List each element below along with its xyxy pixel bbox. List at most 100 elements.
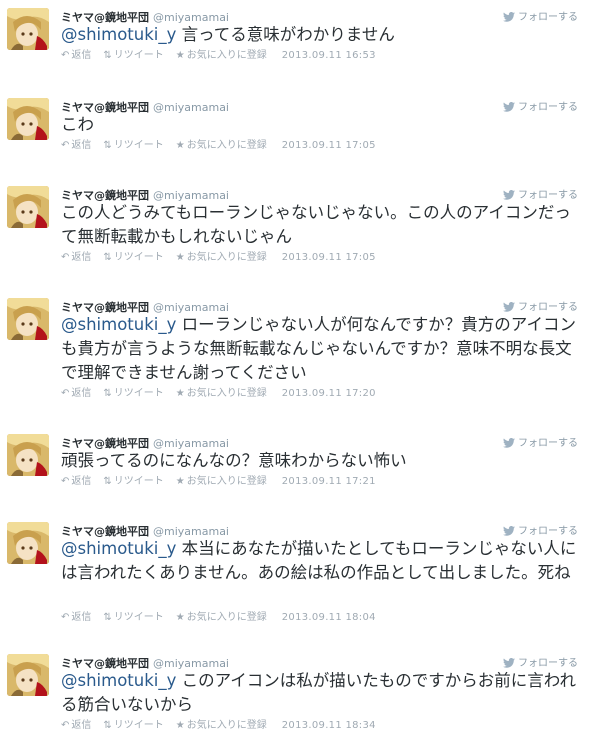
- follow-label: フォローする: [518, 438, 578, 449]
- favorite-button[interactable]: ★ お気に入りに登録: [176, 50, 267, 61]
- favorite-button[interactable]: ★ お気に入りに登録: [176, 252, 267, 263]
- star-icon: ★: [175, 476, 185, 487]
- retweet-label: リツイート: [113, 252, 164, 263]
- reply-button[interactable]: ↶ 返信: [61, 388, 91, 399]
- reply-arrow-icon: ↶: [61, 388, 70, 399]
- reply-arrow-icon: ↶: [61, 476, 70, 487]
- retweet-label: リツイート: [113, 50, 164, 61]
- retweet-label: リツイート: [113, 388, 164, 399]
- reply-label: 返信: [71, 252, 92, 263]
- retweet-button[interactable]: ⇅ リツイート: [103, 388, 163, 399]
- follow-label: フォローする: [518, 102, 578, 113]
- mention-link[interactable]: @shimotuki_y: [61, 671, 176, 690]
- favorite-label: お気に入りに登録: [186, 720, 267, 731]
- reply-arrow-icon: ↶: [61, 612, 70, 623]
- retweet-button[interactable]: ⇅ リツイート: [103, 50, 163, 61]
- favorite-button[interactable]: ★ お気に入りに登録: [176, 388, 267, 399]
- follow-label: フォローする: [518, 302, 578, 313]
- tweet-text: こわ: [61, 113, 581, 137]
- timestamp-link[interactable]: 2013.09.11 16:53: [282, 50, 376, 61]
- favorite-button[interactable]: ★ お気に入りに登録: [176, 612, 267, 623]
- favorite-label: お気に入りに登録: [186, 388, 267, 399]
- tweet-actions: ↶ 返信 ⇅ リツイート ★ お気に入りに登録 2013.09.11 17:05: [61, 139, 376, 153]
- retweet-icon: ⇅: [103, 50, 112, 61]
- tweet-body: 頑張ってるのになんなの？意味わからない怖い: [61, 451, 407, 470]
- retweet-icon: ⇅: [103, 388, 112, 399]
- tweet-text: @shimotuki_y ローランじゃない人が何なんですか？貴方のアイコンも貴方…: [61, 313, 581, 385]
- mention-link[interactable]: @shimotuki_y: [61, 539, 176, 558]
- tweet: ミヤマ@鏡地平団 @miyamamai フォローする 頑張ってるのになんなの？意味わか…: [0, 426, 590, 493]
- retweet-button[interactable]: ⇅ リツイート: [103, 140, 163, 151]
- retweet-button[interactable]: ⇅ リツイート: [103, 720, 163, 731]
- favorite-button[interactable]: ★ お気に入りに登録: [176, 140, 267, 151]
- mention-link[interactable]: @shimotuki_y: [61, 315, 176, 334]
- tweet-actions: ↶ 返信 ⇅ リツイート ★ お気に入りに登録 2013.09.11 16:53: [61, 49, 376, 63]
- timestamp-link[interactable]: 2013.09.11 17:05: [282, 140, 376, 151]
- star-icon: ★: [175, 612, 185, 623]
- follow-label: フォローする: [518, 12, 578, 23]
- tweet-text: @shimotuki_y 本当にあなたが描いたとしてもローランじゃない人には言わ…: [61, 537, 581, 585]
- tweet-text: @shimotuki_y 言ってる意味がわかりません: [61, 23, 581, 47]
- timestamp-link[interactable]: 2013.09.11 17:21: [282, 476, 376, 487]
- reply-arrow-icon: ↶: [61, 50, 70, 61]
- tweet: ミヤマ@鏡地平団 @miyamamai フォローする @shimotuki_y 本当に…: [0, 514, 590, 629]
- reply-label: 返信: [71, 476, 92, 487]
- tweet-actions: ↶ 返信 ⇅ リツイート ★ お気に入りに登録 2013.09.11 17:21: [61, 475, 376, 489]
- retweet-icon: ⇅: [103, 720, 112, 731]
- reply-arrow-icon: ↶: [61, 720, 70, 731]
- avatar[interactable]: [7, 8, 49, 50]
- favorite-button[interactable]: ★ お気に入りに登録: [176, 476, 267, 487]
- reply-label: 返信: [71, 720, 92, 731]
- retweet-label: リツイート: [113, 140, 164, 151]
- timestamp-link[interactable]: 2013.09.11 17:20: [282, 388, 376, 399]
- tweet-actions: ↶ 返信 ⇅ リツイート ★ お気に入りに登録 2013.09.11 18:34: [61, 719, 376, 733]
- reply-button[interactable]: ↶ 返信: [61, 50, 91, 61]
- reply-arrow-icon: ↶: [61, 252, 70, 263]
- retweet-label: リツイート: [113, 612, 164, 623]
- favorite-button[interactable]: ★ お気に入りに登録: [176, 720, 267, 731]
- reply-button[interactable]: ↶ 返信: [61, 720, 91, 731]
- tweet: ミヤマ@鏡地平団 @miyamamai フォローする @shimotuki_y このア…: [0, 646, 590, 737]
- reply-button[interactable]: ↶ 返信: [61, 140, 91, 151]
- star-icon: ★: [175, 50, 185, 61]
- retweet-label: リツイート: [113, 476, 164, 487]
- tweet: ミヤマ@鏡地平団 @miyamamai フォローする こわ ↶ 返信 ⇅ リツイート ★ お気に入…: [0, 90, 590, 157]
- follow-label: フォローする: [518, 526, 578, 537]
- favorite-label: お気に入りに登録: [186, 50, 267, 61]
- avatar[interactable]: [7, 434, 49, 476]
- favorite-label: お気に入りに登録: [186, 252, 267, 263]
- follow-label: フォローする: [518, 190, 578, 201]
- tweet-text: この人どうみてもローランじゃないじゃない。この人のアイコンだって無断転載かもしれ…: [61, 201, 581, 249]
- timestamp-link[interactable]: 2013.09.11 17:05: [282, 252, 376, 263]
- avatar[interactable]: [7, 98, 49, 140]
- avatar[interactable]: [7, 186, 49, 228]
- tweet: ミヤマ@鏡地平団 @miyamamai フォローする この人どうみてもローランじゃない…: [0, 178, 590, 269]
- timestamp-link[interactable]: 2013.09.11 18:04: [282, 612, 376, 623]
- tweet-body: 言ってる意味がわかりません: [176, 25, 395, 44]
- avatar[interactable]: [7, 298, 49, 340]
- retweet-button[interactable]: ⇅ リツイート: [103, 476, 163, 487]
- timestamp-link[interactable]: 2013.09.11 18:34: [282, 720, 376, 731]
- follow-label: フォローする: [518, 658, 578, 669]
- reply-label: 返信: [71, 50, 92, 61]
- tweet: ミヤマ@鏡地平団 @miyamamai フォローする @shimotuki_y 言って…: [0, 0, 590, 67]
- retweet-button[interactable]: ⇅ リツイート: [103, 252, 163, 263]
- retweet-icon: ⇅: [103, 612, 112, 623]
- avatar[interactable]: [7, 522, 49, 564]
- avatar[interactable]: [7, 654, 49, 696]
- reply-button[interactable]: ↶ 返信: [61, 476, 91, 487]
- retweet-icon: ⇅: [103, 252, 112, 263]
- reply-label: 返信: [71, 612, 92, 623]
- star-icon: ★: [175, 720, 185, 731]
- tweet-body: こわ: [61, 115, 94, 134]
- favorite-label: お気に入りに登録: [186, 140, 267, 151]
- mention-link[interactable]: @shimotuki_y: [61, 25, 176, 44]
- reply-button[interactable]: ↶ 返信: [61, 252, 91, 263]
- reply-button[interactable]: ↶ 返信: [61, 612, 91, 623]
- tweet-actions: ↶ 返信 ⇅ リツイート ★ お気に入りに登録 2013.09.11 17:20: [61, 387, 376, 401]
- tweet-actions: ↶ 返信 ⇅ リツイート ★ お気に入りに登録 2013.09.11 18:04: [61, 611, 376, 625]
- retweet-icon: ⇅: [103, 140, 112, 151]
- favorite-label: お気に入りに登録: [186, 476, 267, 487]
- retweet-icon: ⇅: [103, 476, 112, 487]
- retweet-button[interactable]: ⇅ リツイート: [103, 612, 163, 623]
